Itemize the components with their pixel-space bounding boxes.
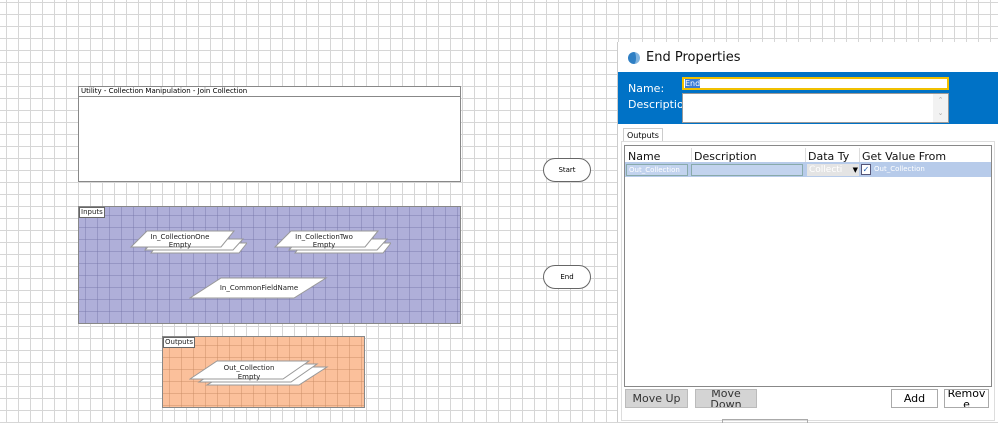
- description-scrollbar[interactable]: ⌃ ⌄: [933, 94, 948, 122]
- dialog-title: End Properties: [646, 50, 741, 65]
- add-button[interactable]: Add: [891, 389, 938, 408]
- item-status: Empty: [312, 241, 336, 249]
- table-row[interactable]: Out_Collection Collecti ▼ ✓ Out_Collectio…: [625, 162, 991, 177]
- column-header-get-value-from[interactable]: Get Value From: [859, 148, 989, 162]
- row-name-field[interactable]: Out_Collection: [626, 164, 688, 176]
- move-down-button[interactable]: Move Down: [695, 389, 757, 408]
- item-status: Empty: [237, 373, 261, 381]
- column-header-description[interactable]: Description: [691, 148, 801, 162]
- end-stage[interactable]: End: [543, 265, 591, 289]
- outputs-block[interactable]: Outputs Out_Collection Empty: [162, 336, 365, 408]
- end-properties-dialog: End Properties Name: End Description: ⌃ ⌄…: [617, 42, 998, 423]
- process-title: Utility - Collection Manipulation - Join…: [79, 87, 460, 97]
- collection-in-collection-two[interactable]: In_CollectionTwo Empty: [273, 230, 391, 254]
- name-input[interactable]: End: [682, 77, 949, 90]
- name-label: Name:: [628, 82, 665, 95]
- inputs-block[interactable]: Inputs In_CollectionOne Empty In_Collect…: [78, 206, 461, 324]
- process-info-box[interactable]: Utility - Collection Manipulation - Join…: [78, 86, 461, 182]
- inputs-label: Inputs: [79, 207, 105, 218]
- start-stage[interactable]: Start: [543, 158, 591, 182]
- collection-out-collection[interactable]: Out_Collection Empty: [189, 360, 329, 386]
- row-data-type-select[interactable]: Collecti ▼: [807, 164, 859, 176]
- description-input[interactable]: ⌃ ⌄: [682, 93, 949, 123]
- data-type-value: Collecti: [809, 165, 843, 175]
- column-header-name[interactable]: Name: [628, 148, 688, 162]
- move-up-button[interactable]: Move Up: [625, 389, 688, 408]
- outputs-table: Name Description Data Ty Get Value From …: [624, 145, 992, 387]
- item-name: In_CommonFieldName: [219, 284, 299, 292]
- row-get-value-from: Out_Collection: [874, 165, 925, 173]
- data-item-in-common-field-name[interactable]: In_CommonFieldName: [189, 277, 329, 299]
- stage-icon: [628, 51, 640, 64]
- tab-outputs[interactable]: Outputs: [623, 128, 663, 142]
- collection-in-collection-one[interactable]: In_CollectionOne Empty: [129, 230, 247, 254]
- dropdown-arrow-icon: ▼: [852, 166, 858, 174]
- column-header-data-type[interactable]: Data Ty: [805, 148, 859, 162]
- remove-button[interactable]: Remove: [944, 389, 989, 408]
- name-value: End: [685, 79, 701, 88]
- item-status: Empty: [168, 241, 192, 249]
- row-description-field[interactable]: [691, 164, 803, 176]
- outputs-label: Outputs: [163, 337, 195, 348]
- item-name: Out_Collection: [223, 364, 275, 372]
- resize-handle[interactable]: [722, 419, 808, 423]
- properties-header: Name: End Description: ⌃ ⌄: [618, 72, 998, 124]
- link-icon[interactable]: ✓: [861, 164, 871, 175]
